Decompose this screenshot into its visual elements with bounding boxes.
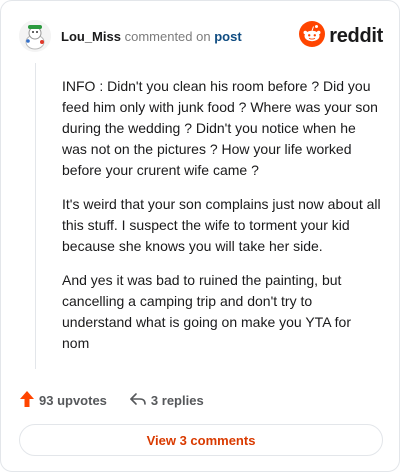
replies-button[interactable]: 3 replies <box>129 391 204 410</box>
comment-card: Lou_Miss commented on post reddit INFO:… <box>0 0 400 472</box>
user-avatar[interactable] <box>19 20 51 52</box>
view-comments-button[interactable]: View 3 comments <box>19 424 383 456</box>
comment-paragraph: And yes it was bad to ruined the paintin… <box>62 272 351 351</box>
comment-actions: 93 upvotes 3 replies <box>19 389 226 411</box>
upvote-arrow-icon <box>19 390 35 411</box>
comment-body: INFO : Didn't you clean his room before … <box>62 76 382 367</box>
replies-count: 3 replies <box>150 392 204 408</box>
reddit-wordmark: reddit <box>329 25 383 47</box>
upvote-button[interactable]: 93 upvotes <box>19 390 107 411</box>
reply-arrow-icon <box>129 391 147 410</box>
reddit-logo[interactable]: reddit <box>299 21 383 52</box>
comment-meta: Lou_Miss commented on post <box>61 29 242 44</box>
post-link[interactable]: post <box>214 29 241 44</box>
thread-line[interactable] <box>35 63 36 369</box>
action-text: commented on <box>124 28 211 44</box>
reddit-snoo-icon <box>299 21 326 52</box>
username-link[interactable]: Lou_Miss <box>61 29 121 44</box>
upvote-count: 93 upvotes <box>39 392 107 408</box>
comment-header: Lou_Miss commented on post reddit <box>19 19 383 53</box>
comment-paragraph: INFO : Didn't you clean his room before … <box>62 78 378 178</box>
comment-paragraph: It's weird that your son complains just … <box>62 196 381 254</box>
